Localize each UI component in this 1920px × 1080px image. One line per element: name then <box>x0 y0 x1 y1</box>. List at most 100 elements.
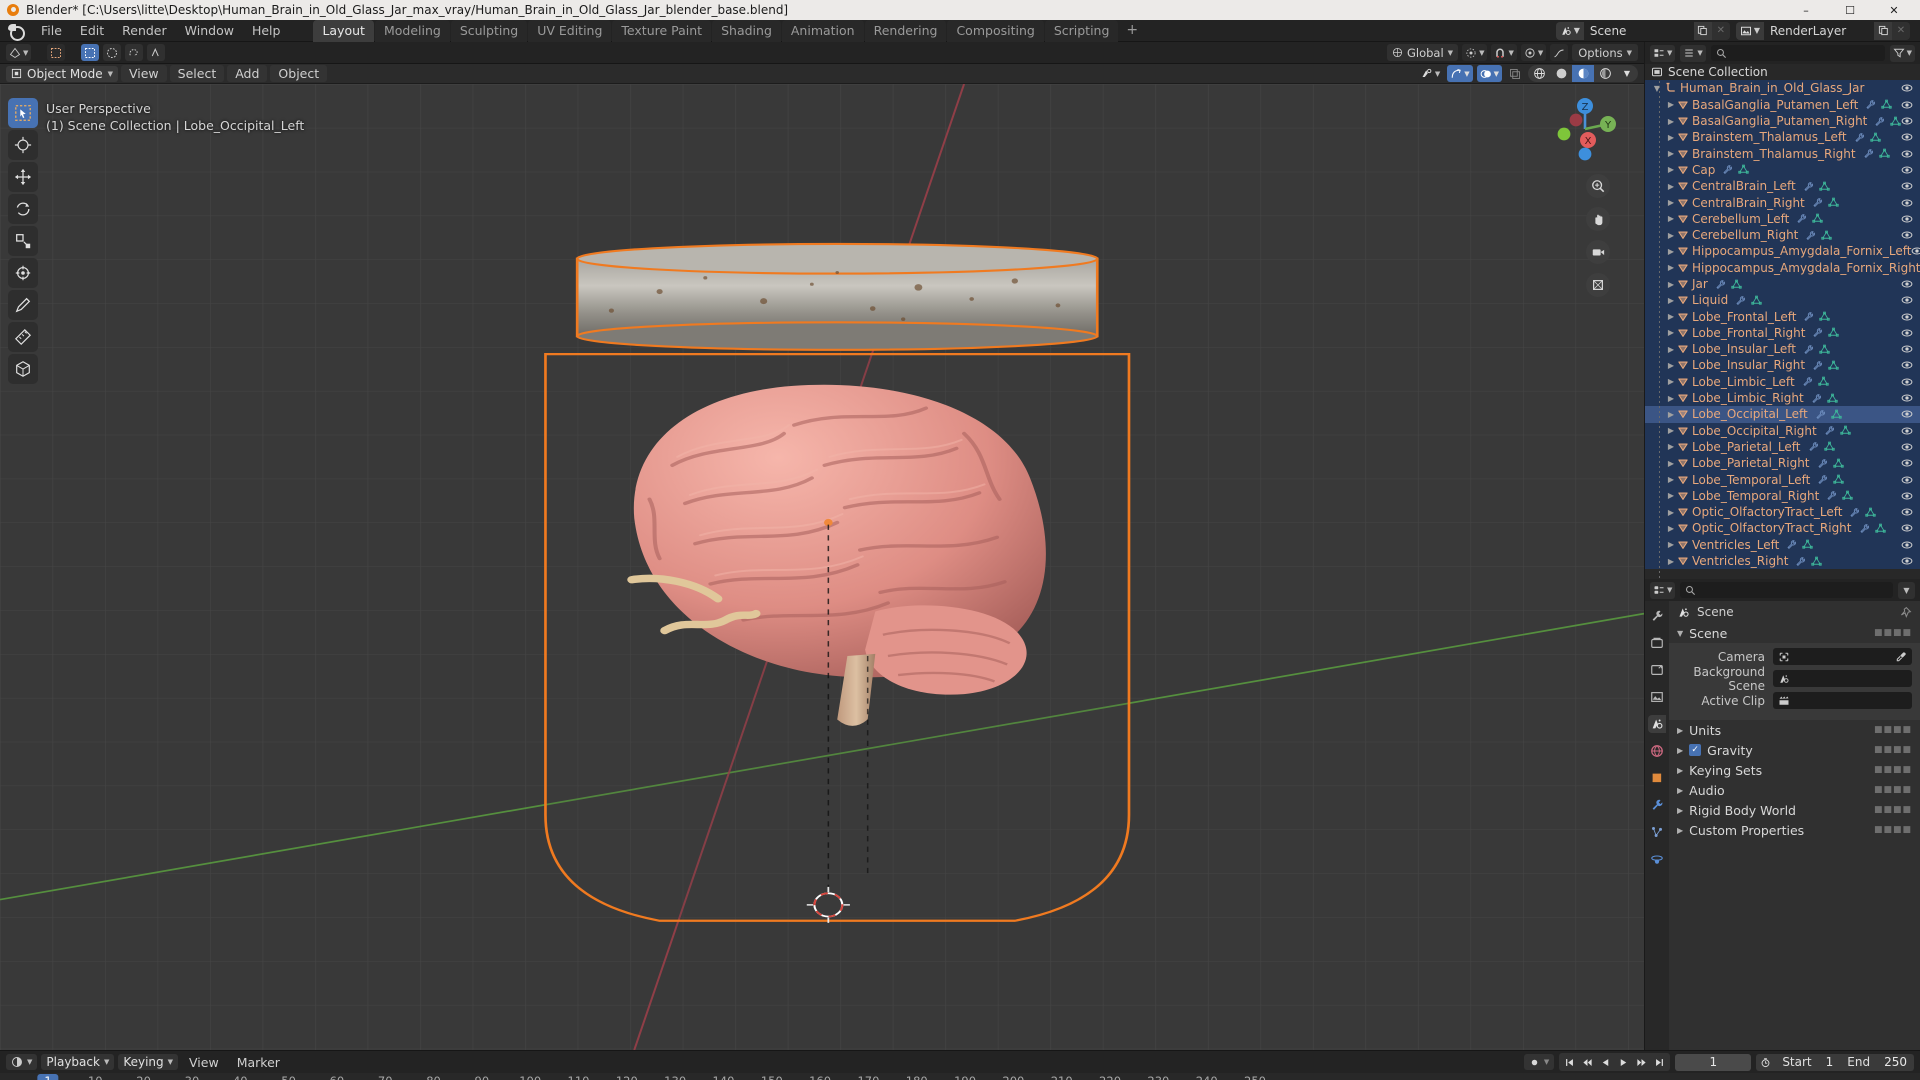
tab-compositing[interactable]: Compositing <box>947 19 1044 42</box>
modifier-icon[interactable] <box>1795 556 1806 567</box>
select-mode-tweak[interactable] <box>47 44 66 61</box>
modifier-icon[interactable] <box>1808 441 1819 452</box>
viewport-menu-add[interactable]: Add <box>227 65 268 82</box>
outliner-row-optic_olfactorytract_left[interactable]: ▶ Optic_OlfactoryTract_Left <box>1645 504 1920 521</box>
pivot-point-dropdown[interactable]: ▼ <box>1462 44 1488 61</box>
physics-tab[interactable] <box>1648 850 1666 868</box>
outliner-row-lobe_frontal_right[interactable]: ▶ Lobe_Frontal_Right <box>1645 324 1920 342</box>
mesh-data-icon[interactable] <box>1819 181 1830 192</box>
tab-rendering[interactable]: Rendering <box>864 19 947 42</box>
modifier-tab[interactable] <box>1648 796 1666 814</box>
mesh-data-icon[interactable] <box>1751 295 1762 306</box>
section-units[interactable]: ▶ Units ■■■■ <box>1669 720 1920 740</box>
shading-material-preview-button[interactable] <box>1572 65 1594 82</box>
xray-toggle-icon[interactable] <box>1506 65 1524 82</box>
outliner-tree[interactable]: Scene Collection ▼ Human_Brain_in_Old_Gl… <box>1645 64 1920 579</box>
section-audio[interactable]: ▶ Audio ■■■■ <box>1669 780 1920 800</box>
object-visibility-icon[interactable] <box>1901 408 1913 420</box>
object-visibility-icon[interactable] <box>1901 425 1913 437</box>
outliner-search-input[interactable] <box>1710 45 1885 61</box>
mesh-data-icon[interactable] <box>1819 311 1831 322</box>
object-visibility-icon[interactable] <box>1901 131 1913 143</box>
tab-scripting[interactable]: Scripting <box>1044 19 1119 42</box>
jump-to-end-button[interactable] <box>1651 1054 1668 1070</box>
select-circle-button[interactable] <box>103 44 122 61</box>
tab-texture-paint[interactable]: Texture Paint <box>612 19 712 42</box>
expand-triangle[interactable]: ▶ <box>1665 149 1677 158</box>
object-visibility-icon[interactable] <box>1901 490 1913 502</box>
object-tab[interactable] <box>1648 769 1666 787</box>
expand-triangle[interactable]: ▶ <box>1665 410 1677 419</box>
expand-triangle[interactable]: ▶ <box>1665 426 1677 435</box>
viewlayer-datablock[interactable]: ▼ RenderLayer ✕ <box>1735 21 1910 40</box>
object-visibility-icon[interactable] <box>1901 343 1913 355</box>
cursor-tool[interactable] <box>8 130 38 160</box>
tab-sculpting[interactable]: Sculpting <box>450 19 528 42</box>
modifier-icon[interactable] <box>1802 376 1813 387</box>
transform-orientation-dropdown[interactable]: Global ▼ <box>1386 44 1459 61</box>
modifier-icon[interactable] <box>1874 116 1885 127</box>
expand-triangle[interactable]: ▶ <box>1665 247 1677 256</box>
expand-triangle[interactable]: ▶ <box>1665 459 1677 468</box>
section-checkbox[interactable]: ✓ <box>1689 744 1702 756</box>
outliner-row-cerebellum_left[interactable]: ▶ Cerebellum_Left <box>1645 210 1920 227</box>
menu-file[interactable]: File <box>32 21 71 41</box>
mesh-data-icon[interactable] <box>1840 425 1851 436</box>
timeline-menu-marker[interactable]: Marker <box>230 1054 287 1071</box>
outliner-row-ventricles_right[interactable]: ▶ Ventricles_Right <box>1645 552 1920 570</box>
modifier-icon[interactable] <box>1817 474 1828 485</box>
mesh-data-icon[interactable] <box>1865 507 1877 518</box>
viewport-menu-select[interactable]: Select <box>169 65 225 82</box>
modifier-icon[interactable] <box>1796 213 1807 224</box>
mesh-data-icon[interactable] <box>1827 393 1838 404</box>
object-visibility-icon[interactable] <box>1901 229 1913 241</box>
mesh-data-icon[interactable] <box>1819 344 1830 355</box>
output-tab[interactable] <box>1648 661 1666 679</box>
modifier-icon[interactable] <box>1811 393 1822 404</box>
modifier-icon[interactable] <box>1824 425 1835 436</box>
modifier-icon[interactable] <box>1815 409 1826 420</box>
outliner-row-cerebellum_right[interactable]: ▶ Cerebellum_Right <box>1645 226 1920 244</box>
active-clip-field[interactable] <box>1773 692 1912 709</box>
outliner-row-lobe_temporal_left[interactable]: ▶ Lobe_Temporal_Left <box>1645 471 1920 488</box>
jump-to-start-button[interactable] <box>1561 1054 1578 1070</box>
modifier-icon[interactable] <box>1812 197 1823 208</box>
expand-triangle[interactable]: ▶ <box>1665 263 1677 272</box>
new-scene-button[interactable] <box>1693 21 1712 40</box>
pan-icon[interactable] <box>1586 207 1610 231</box>
outliner-row-lobe_temporal_right[interactable]: ▶ Lobe_Temporal_Right <box>1645 487 1920 505</box>
object-visibility-icon[interactable] <box>1901 164 1913 176</box>
add-cube-tool[interactable] <box>8 354 38 384</box>
outliner-row-lobe_insular_left[interactable]: ▶ Lobe_Insular_Left <box>1645 341 1920 358</box>
object-visibility-icon[interactable] <box>1901 115 1913 127</box>
pin-icon[interactable] <box>1899 606 1912 619</box>
expand-triangle[interactable]: ▶ <box>1665 540 1677 549</box>
object-visibility-icon[interactable] <box>1901 148 1913 160</box>
outliner-row-brainstem_thalamus_left[interactable]: ▶ Brainstem_Thalamus_Left <box>1645 129 1920 146</box>
minimize-button[interactable]: – <box>1784 0 1828 20</box>
mesh-data-icon[interactable] <box>1812 213 1824 224</box>
expand-triangle[interactable]: ▶ <box>1665 182 1677 191</box>
menu-help[interactable]: Help <box>243 21 290 41</box>
tweak-select-tool[interactable] <box>8 98 38 128</box>
outliner-row-optic_olfactorytract_right[interactable]: ▶ Optic_OlfactoryTract_Right <box>1645 520 1920 537</box>
3d-viewport[interactable]: User Perspective (1) Scene Collection | … <box>0 84 1644 1050</box>
outliner-row-lobe_parietal_left[interactable]: ▶ Lobe_Parietal_Left <box>1645 438 1920 456</box>
mesh-data-icon[interactable] <box>1842 490 1854 501</box>
outliner-row-lobe_limbic_right[interactable]: ▶ Lobe_Limbic_Right <box>1645 389 1920 407</box>
expand-triangle[interactable]: ▶ <box>1665 198 1677 207</box>
outliner-row-centralbrain_right[interactable]: ▶ CentralBrain_Right <box>1645 194 1920 211</box>
outliner-row-basalganglia_putamen_left[interactable]: ▶ BasalGanglia_Putamen_Left <box>1645 96 1920 113</box>
proportional-falloff-icon[interactable] <box>1550 44 1569 61</box>
new-viewlayer-button[interactable] <box>1874 21 1892 40</box>
modifier-icon[interactable] <box>1803 344 1814 355</box>
menu-render[interactable]: Render <box>113 21 176 41</box>
outliner-row-hippocampus_amygdala_fornix_right[interactable]: ▶ Hippocampus_Amygdala_Fornix_Right <box>1645 259 1920 276</box>
outliner-editor-type-button[interactable]: ▼ <box>1650 44 1676 62</box>
tab-layout[interactable]: Layout <box>313 19 374 42</box>
shading-dropdown-button[interactable]: ▼ <box>1616 65 1638 82</box>
object-visibility-icon[interactable] <box>1901 180 1913 192</box>
object-visibility-icon[interactable] <box>1901 99 1913 111</box>
modifier-icon[interactable] <box>1812 360 1823 371</box>
outliner-filter-icon[interactable]: ▼ <box>1889 44 1915 62</box>
